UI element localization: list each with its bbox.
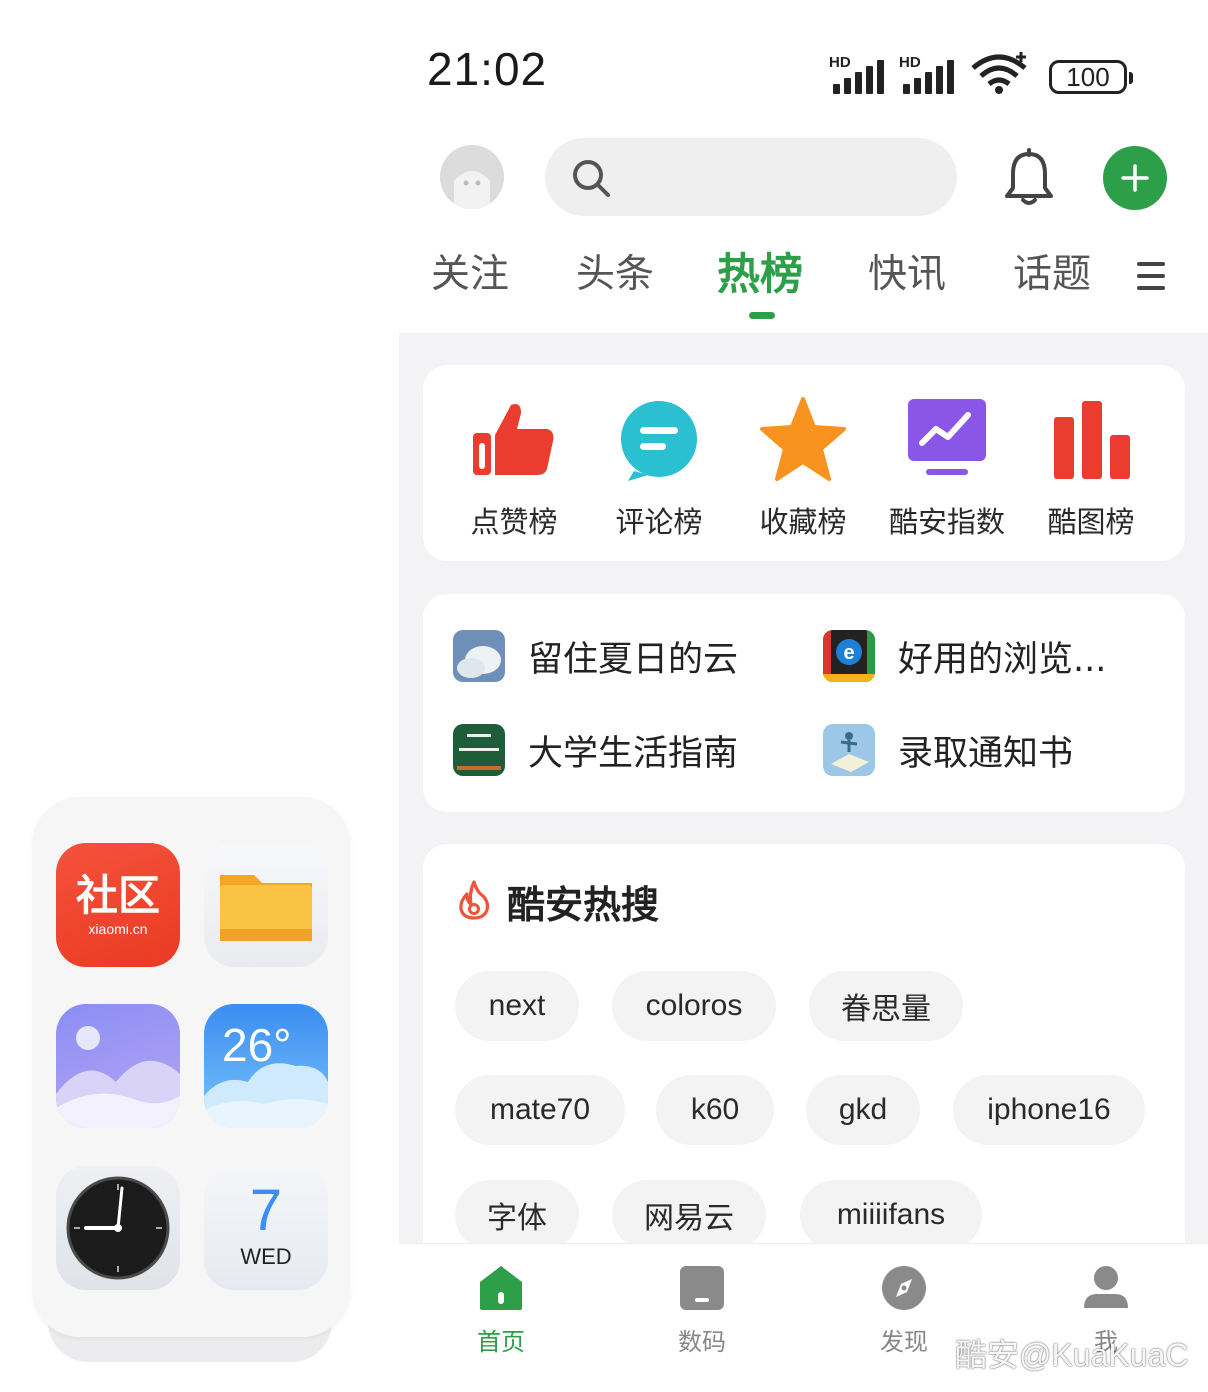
fire-icon	[459, 880, 490, 920]
topic-item[interactable]: e 好用的浏览...	[823, 626, 1106, 686]
community-app-title: 社区	[75, 871, 160, 920]
topic-item[interactable]: 录取通知书	[823, 720, 1073, 780]
clock-app-icon[interactable]	[56, 1166, 180, 1290]
topic-name: 好用的浏览...	[898, 639, 1107, 680]
rank-coolapk-index[interactable]: 酷安指数	[875, 395, 1019, 541]
phone-screen: 21:02 HD HD 100 关注 头条 热榜 快讯 话题 点赞榜 评论榜 收…	[399, 0, 1208, 1392]
nav-digital[interactable]: 数码	[647, 1264, 757, 1357]
device-icon	[680, 1266, 724, 1310]
hot-search-chip[interactable]: mate70	[455, 1075, 625, 1145]
battery-indicator: 100	[1049, 60, 1133, 94]
compass-icon	[882, 1266, 926, 1310]
active-tab-indicator	[749, 312, 775, 319]
clock-face-icon	[66, 1176, 170, 1280]
hot-search-card: 酷安热搜 next coloros 眷思量 mate70 k60 gkd iph…	[423, 844, 1185, 1243]
trend-chart-icon	[908, 399, 986, 475]
topic-name: 大学生活指南	[528, 733, 739, 774]
file-manager-app-icon[interactable]	[204, 843, 328, 967]
nav-label: 首页	[477, 1328, 525, 1356]
star-icon	[760, 397, 846, 481]
tab-hot-list[interactable]: 热榜	[717, 245, 803, 305]
rank-label: 评论榜	[615, 505, 703, 539]
topic-name: 录取通知书	[898, 733, 1074, 774]
status-time: 21:02	[427, 43, 548, 95]
tab-news-flash[interactable]: 快讯	[868, 245, 946, 305]
chalkboard-thumbnail	[453, 724, 505, 776]
default-avatar-icon	[440, 145, 504, 209]
thumbs-up-icon	[473, 404, 554, 475]
hot-search-title: 酷安热搜	[507, 883, 660, 927]
rank-favorites[interactable]: 收藏榜	[731, 395, 875, 541]
community-app-subtitle: xiaomi.cn	[88, 921, 148, 937]
rank-categories-card: 点赞榜 评论榜 收藏榜 酷安指数 酷图榜	[423, 365, 1185, 561]
hot-search-chip[interactable]: next	[455, 971, 579, 1041]
nav-label: 发现	[880, 1328, 928, 1356]
search-icon	[573, 160, 610, 197]
home-icon	[480, 1266, 522, 1310]
signal-sim1-icon: HD	[829, 54, 887, 94]
nav-home[interactable]: 首页	[446, 1264, 556, 1357]
rank-label: 收藏榜	[759, 505, 847, 539]
calendar-weekday: WED	[240, 1244, 292, 1269]
hd-label: HD	[829, 54, 851, 71]
featured-topics-card: 留住夏日的云 e 好用的浏览... 大学生活指南 录取通知书	[423, 594, 1185, 812]
profile-icon	[1084, 1266, 1128, 1308]
menu-icon[interactable]	[1137, 258, 1165, 294]
topic-item[interactable]: 大学生活指南	[453, 720, 738, 780]
rank-cool-images[interactable]: 酷图榜	[1019, 395, 1163, 541]
bar-chart-icon	[1054, 401, 1130, 479]
browser-icon: e	[823, 630, 875, 682]
nav-discover[interactable]: 发现	[849, 1264, 959, 1357]
hot-search-chip[interactable]: coloros	[612, 971, 776, 1041]
plus-icon	[1121, 164, 1149, 192]
topic-name: 留住夏日的云	[528, 639, 739, 680]
cloud-photo-icon	[453, 630, 505, 682]
topic-thumbnail	[453, 724, 505, 776]
admission-letter-thumbnail	[823, 724, 875, 776]
hd-label: HD	[899, 54, 921, 71]
hot-search-chip[interactable]: 字体	[455, 1180, 579, 1243]
topic-thumbnail: e	[823, 630, 875, 682]
tab-follow[interactable]: 关注	[431, 245, 509, 305]
comment-icon	[621, 401, 697, 481]
tab-headlines[interactable]: 头条	[576, 245, 654, 305]
rank-label: 点赞榜	[470, 505, 558, 539]
community-app-icon[interactable]: 社区 xiaomi.cn	[56, 843, 180, 967]
weather-temperature: 26°	[222, 1019, 292, 1071]
rank-likes[interactable]: 点赞榜	[442, 395, 586, 541]
signal-sim2-icon: HD	[899, 54, 957, 94]
mountain-picture-icon	[56, 1026, 180, 1128]
svg-text:e: e	[843, 642, 854, 664]
topic-thumbnail	[823, 724, 875, 776]
hot-search-chip[interactable]: 眷思量	[809, 971, 963, 1041]
user-avatar[interactable]	[440, 145, 504, 209]
topic-item[interactable]: 留住夏日的云	[453, 626, 738, 686]
hot-search-chip[interactable]: 网易云	[612, 1180, 766, 1243]
watermark-text: 酷安@KuaKuaC	[955, 1337, 1189, 1373]
weather-app-icon[interactable]: 26°	[204, 1004, 328, 1128]
rank-label: 酷图榜	[1047, 505, 1135, 539]
search-bar[interactable]	[545, 138, 957, 216]
hot-list-feed[interactable]: 点赞榜 评论榜 收藏榜 酷安指数 酷图榜 留住夏日的云 e 好用的浏览... 大…	[399, 333, 1208, 1243]
hot-search-chip[interactable]: iphone16	[953, 1075, 1145, 1145]
tab-topics[interactable]: 话题	[1013, 245, 1091, 305]
status-icons: HD HD 100	[829, 50, 1133, 94]
hot-search-chip[interactable]: gkd	[806, 1075, 920, 1145]
top-tabs: 关注 头条 热榜 快讯 话题	[399, 245, 1208, 325]
calendar-app-icon[interactable]: 7 WED	[204, 1166, 328, 1290]
hot-search-chip[interactable]: k60	[656, 1075, 774, 1145]
folder-icon	[220, 875, 312, 941]
gallery-app-icon[interactable]	[56, 1004, 180, 1128]
topic-thumbnail	[453, 630, 505, 682]
rank-label: 酷安指数	[888, 505, 1005, 539]
add-post-button[interactable]	[1103, 146, 1167, 210]
notification-bell-icon[interactable]	[1003, 148, 1055, 208]
rank-comments[interactable]: 评论榜	[587, 395, 731, 541]
nav-label: 数码	[678, 1328, 726, 1356]
calendar-day: 7	[249, 1178, 283, 1243]
hot-search-chip[interactable]: miiiifans	[800, 1180, 982, 1243]
wifi-icon	[971, 52, 1027, 94]
